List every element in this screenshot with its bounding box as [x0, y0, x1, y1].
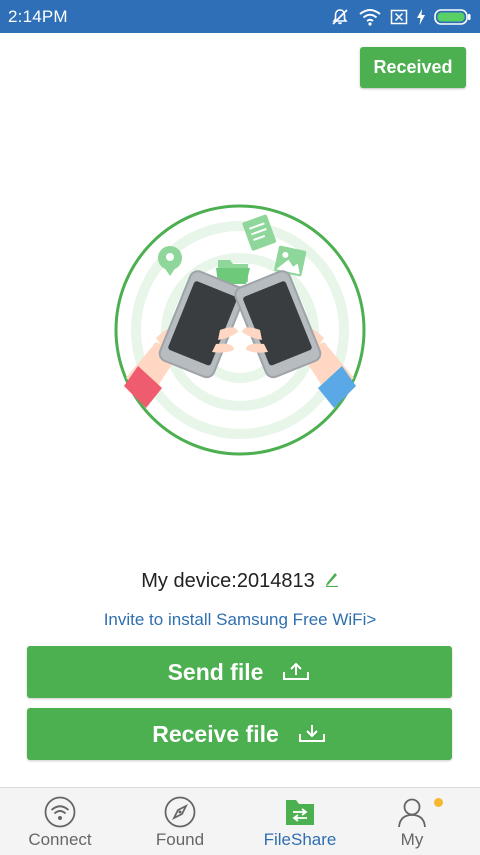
person-icon	[398, 798, 426, 828]
receive-file-label: Receive file	[152, 720, 279, 747]
received-button[interactable]: Received	[360, 47, 466, 88]
send-file-label: Send file	[167, 658, 264, 685]
bottom-nav: Connect Found FileShare My	[0, 787, 480, 855]
file-share-illustration	[114, 204, 366, 456]
nav-label-fileshare: FileShare	[263, 830, 337, 849]
sim-x-icon	[390, 9, 408, 25]
wifi-icon	[359, 9, 381, 26]
device-name: My device:2014813	[141, 569, 315, 592]
invite-link[interactable]: Invite to install Samsung Free WiFi>	[0, 610, 480, 630]
edit-pencil-icon[interactable]	[325, 571, 339, 587]
compass-icon	[164, 796, 196, 828]
fileshare-icon	[286, 800, 314, 825]
notifications-off-icon	[332, 9, 348, 25]
send-file-button[interactable]: Send file	[27, 646, 452, 698]
wifi-circle-icon	[44, 796, 76, 828]
nav-item-my[interactable]: My	[352, 788, 472, 855]
status-icons	[330, 6, 472, 28]
upload-icon	[283, 662, 310, 680]
charging-icon	[417, 9, 425, 25]
status-bar: 2:14PM	[0, 0, 480, 33]
receive-file-button[interactable]: Receive file	[27, 708, 452, 760]
nav-label-found: Found	[155, 830, 205, 849]
nav-item-fileshare[interactable]: FileShare	[240, 788, 360, 855]
device-row: My device:2014813	[0, 568, 480, 594]
nav-item-connect[interactable]: Connect	[0, 788, 120, 855]
battery-icon	[434, 9, 471, 25]
nav-label-connect: Connect	[28, 830, 92, 849]
download-icon	[298, 725, 325, 742]
notification-dot	[434, 798, 443, 807]
nav-label-my: My	[400, 830, 424, 849]
status-time: 2:14PM	[8, 7, 68, 26]
nav-item-found[interactable]: Found	[120, 788, 240, 855]
